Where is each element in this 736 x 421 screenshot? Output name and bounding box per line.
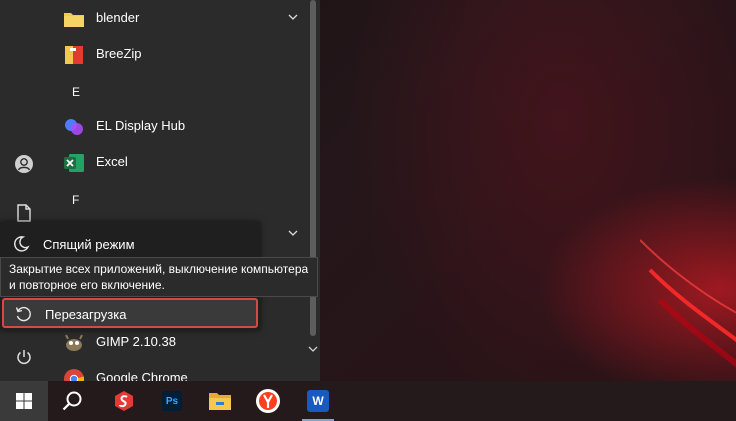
restart-label: Перезагрузка [45, 307, 127, 322]
app-label: BreeZip [96, 46, 142, 61]
breezip-icon [65, 46, 83, 64]
taskbar-yandex-browser[interactable] [244, 381, 292, 421]
app-label: blender [96, 10, 140, 25]
word-icon: W [307, 390, 329, 412]
excel-icon [64, 154, 84, 172]
moon-icon [14, 236, 30, 252]
chevron-down-icon [288, 14, 298, 20]
app-label: Google Chrome [96, 370, 188, 381]
chevron-down-icon [288, 230, 298, 236]
windows-start-icon [16, 393, 32, 409]
section-letter-f[interactable]: F [72, 193, 79, 207]
user-account-button[interactable] [0, 144, 48, 184]
list-item-breezip[interactable]: BreeZip [48, 36, 306, 72]
photoshop-icon: Ps [162, 391, 182, 411]
taskbar: Ps W [0, 381, 736, 421]
restart-option[interactable]: Перезагрузка [2, 298, 258, 328]
power-button[interactable] [0, 337, 48, 377]
list-item-google-chrome[interactable]: Google Chrome [48, 360, 306, 381]
section-letter-e[interactable]: E [72, 85, 80, 99]
word-icon-text: W [312, 394, 324, 408]
scrap-icon [115, 391, 133, 411]
app-label: EL Display Hub [96, 118, 186, 133]
taskbar-word[interactable]: W [294, 381, 342, 421]
list-item-excel[interactable]: Excel [48, 144, 306, 180]
app-label: GIMP 2.10.38 [96, 334, 176, 349]
file-explorer-icon [209, 393, 231, 410]
restart-icon [15, 306, 31, 322]
folder-icon [64, 13, 84, 27]
gimp-icon [65, 334, 83, 351]
el-display-hub-icon [65, 119, 83, 135]
yandex-browser-icon [256, 389, 280, 413]
chrome-icon [64, 369, 85, 381]
wallpaper-red-streak [640, 200, 736, 381]
user-icon [15, 155, 33, 173]
list-item-el-display-hub[interactable]: EL Display Hub [48, 108, 306, 144]
start-button[interactable] [0, 381, 48, 421]
taskbar-search-button[interactable] [48, 381, 96, 421]
document-icon [17, 204, 31, 222]
sleep-label: Спящий режим [43, 237, 135, 252]
taskbar-file-explorer[interactable] [196, 381, 244, 421]
list-item-blender-folder[interactable]: blender [48, 0, 306, 36]
restart-tooltip: Закрытие всех приложений, выключение ком… [0, 257, 318, 297]
taskbar-scrap-app[interactable] [100, 381, 148, 421]
power-icon [17, 350, 31, 365]
taskbar-photoshop[interactable]: Ps [148, 381, 196, 421]
scroll-down-arrow-icon[interactable] [308, 344, 318, 354]
app-label: Excel [96, 154, 128, 169]
photoshop-icon-text: Ps [165, 395, 179, 407]
search-icon [62, 391, 82, 411]
